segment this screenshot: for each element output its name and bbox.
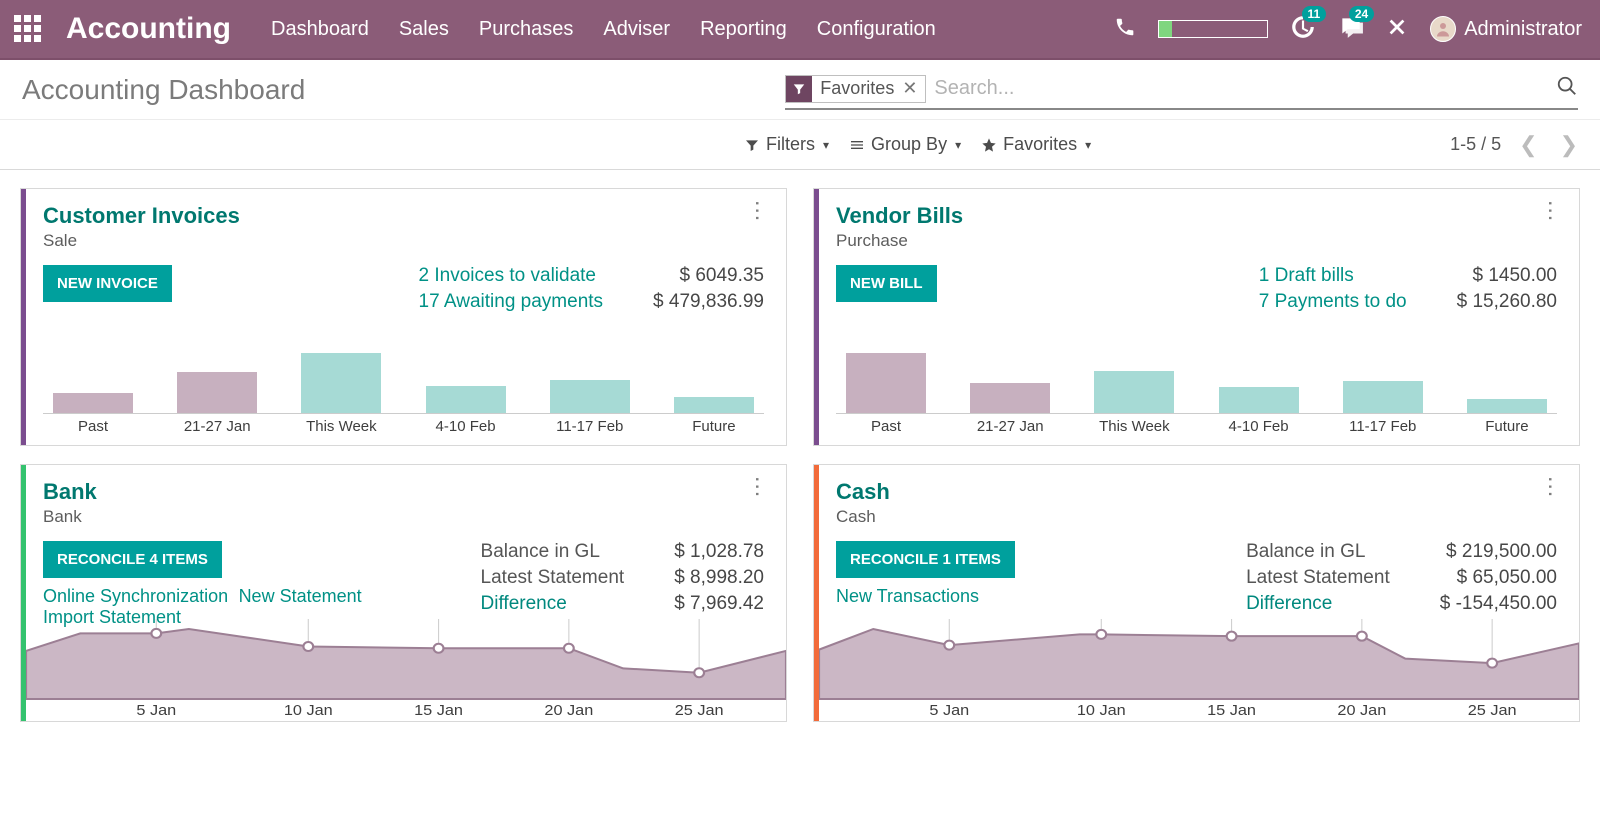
search-input[interactable]	[934, 77, 1578, 100]
funnel-icon	[786, 76, 812, 102]
nav-configuration[interactable]: Configuration	[817, 18, 936, 41]
svg-text:25 Jan: 25 Jan	[675, 703, 724, 719]
messages-badge: 24	[1349, 6, 1374, 22]
messages-icon[interactable]: 24	[1338, 14, 1364, 45]
cash-areachart: 5 Jan 10 Jan 15 Jan 20 Jan 25 Jan	[819, 611, 1579, 721]
card-title[interactable]: Cash	[836, 479, 890, 505]
bills-barchart: Past21-27 JanThis Week4-10 Feb11-17 FebF…	[836, 353, 1557, 439]
kpi-payments-to-do[interactable]: 7 Payments to do	[1259, 291, 1407, 313]
card-title[interactable]: Vendor Bills	[836, 203, 963, 229]
card-menu-icon[interactable]: ⋯	[751, 200, 764, 220]
favorites-dropdown[interactable]: Favorites▾	[981, 134, 1091, 155]
nav-menu: Dashboard Sales Purchases Adviser Report…	[271, 18, 936, 41]
breadcrumb: Accounting Dashboard	[22, 74, 305, 106]
card-cash: Cash ⋯ Cash RECONCILE 1 ITEMS New Transa…	[813, 464, 1580, 722]
kpi-awaiting-payments[interactable]: 17 Awaiting payments	[419, 291, 604, 313]
facet-remove[interactable]: ✕	[900, 78, 925, 99]
apps-icon[interactable]	[14, 15, 42, 43]
svg-text:10 Jan: 10 Jan	[284, 703, 333, 719]
svg-text:10 Jan: 10 Jan	[1077, 703, 1126, 719]
groupby-label: Group By	[871, 134, 947, 155]
app-title: Accounting	[66, 12, 231, 46]
kpi-draft-bills[interactable]: 1 Draft bills	[1259, 265, 1407, 287]
card-menu-icon[interactable]: ⋯	[1544, 200, 1557, 220]
kpi-invoices-to-validate[interactable]: 2 Invoices to validate	[419, 265, 604, 287]
invoices-barchart: Past21-27 JanThis Week4-10 Feb11-17 FebF…	[43, 353, 764, 439]
user-name: Administrator	[1464, 18, 1582, 41]
nav-purchases[interactable]: Purchases	[479, 18, 574, 41]
card-menu-icon[interactable]: ⋯	[751, 476, 764, 496]
facet-favorites[interactable]: Favorites ✕	[785, 75, 926, 103]
card-subtitle: Sale	[21, 231, 786, 261]
new-bill-button[interactable]: NEW BILL	[836, 265, 937, 302]
card-subtitle: Purchase	[814, 231, 1579, 261]
svg-text:20 Jan: 20 Jan	[1337, 703, 1386, 719]
kpi-value: $ 6049.35	[653, 265, 764, 287]
link-new-transactions[interactable]: New Transactions	[836, 586, 979, 606]
implementation-progress[interactable]	[1158, 20, 1268, 38]
kpi-value: $ 15,260.80	[1457, 291, 1557, 313]
filters-label: Filters	[766, 134, 815, 155]
row-label: Balance in GL	[481, 541, 625, 563]
card-vendor-bills: Vendor Bills ⋯ Purchase NEW BILL 1 Draft…	[813, 188, 1580, 446]
pager-next[interactable]: ❯	[1560, 132, 1578, 158]
pager: 1-5 / 5 ❮ ❯	[1450, 132, 1578, 158]
row-value: $ 1,028.78	[674, 541, 764, 563]
phone-icon[interactable]	[1114, 16, 1136, 43]
user-menu[interactable]: Administrator	[1430, 16, 1582, 42]
groupby-dropdown[interactable]: Group By▾	[849, 134, 961, 155]
kpi-value: $ 479,836.99	[653, 291, 764, 313]
card-menu-icon[interactable]: ⋯	[1544, 476, 1557, 496]
nav-sales[interactable]: Sales	[399, 18, 449, 41]
row-label: Latest Statement	[481, 567, 625, 589]
reconcile-cash-button[interactable]: RECONCILE 1 ITEMS	[836, 541, 1015, 578]
card-customer-invoices: Customer Invoices ⋯ Sale NEW INVOICE 2 I…	[20, 188, 787, 446]
nav-adviser[interactable]: Adviser	[603, 18, 670, 41]
row-label: Balance in GL	[1246, 541, 1390, 563]
bank-areachart: 5 Jan 10 Jan 15 Jan 20 Jan 25 Jan	[26, 611, 786, 721]
avatar	[1430, 16, 1456, 42]
debug-icon[interactable]	[1386, 16, 1408, 43]
activities-icon[interactable]: 11	[1290, 14, 1316, 45]
topbar-right: 11 24 Administrator	[1114, 14, 1582, 45]
new-invoice-button[interactable]: NEW INVOICE	[43, 265, 172, 302]
topbar: Accounting Dashboard Sales Purchases Adv…	[0, 0, 1600, 60]
link-new-statement[interactable]: New Statement	[239, 586, 362, 606]
row-value: $ 65,050.00	[1440, 567, 1557, 589]
kpi-value: $ 1450.00	[1457, 265, 1557, 287]
svg-text:5 Jan: 5 Jan	[136, 703, 176, 719]
card-title[interactable]: Bank	[43, 479, 97, 505]
pager-prev[interactable]: ❮	[1519, 132, 1537, 158]
link-online-sync[interactable]: Online Synchronization	[43, 586, 228, 606]
svg-text:25 Jan: 25 Jan	[1468, 703, 1517, 719]
card-title[interactable]: Customer Invoices	[43, 203, 240, 229]
svg-text:15 Jan: 15 Jan	[1207, 703, 1256, 719]
pager-value[interactable]: 1-5 / 5	[1450, 134, 1501, 155]
row-label: Latest Statement	[1246, 567, 1390, 589]
row-value: $ 219,500.00	[1440, 541, 1557, 563]
dashboard: Customer Invoices ⋯ Sale NEW INVOICE 2 I…	[0, 170, 1600, 740]
svg-text:20 Jan: 20 Jan	[544, 703, 593, 719]
svg-text:15 Jan: 15 Jan	[414, 703, 463, 719]
filters-dropdown[interactable]: Filters▾	[744, 134, 829, 155]
control-panel-bottom: Filters▾ Group By▾ Favorites▾ 1-5 / 5 ❮ …	[0, 120, 1600, 170]
facet-label: Favorites	[812, 78, 900, 99]
nav-reporting[interactable]: Reporting	[700, 18, 787, 41]
search-icon[interactable]	[1556, 75, 1578, 102]
favorites-label: Favorites	[1003, 134, 1077, 155]
svg-text:5 Jan: 5 Jan	[929, 703, 969, 719]
activities-badge: 11	[1302, 6, 1327, 22]
card-bank: Bank ⋯ Bank RECONCILE 4 ITEMS Online Syn…	[20, 464, 787, 722]
row-value: $ 8,998.20	[674, 567, 764, 589]
card-subtitle: Bank	[21, 507, 786, 537]
reconcile-bank-button[interactable]: RECONCILE 4 ITEMS	[43, 541, 222, 578]
search-view[interactable]: Favorites ✕	[785, 70, 1578, 110]
card-subtitle: Cash	[814, 507, 1579, 537]
control-panel-top: Accounting Dashboard Favorites ✕	[0, 60, 1600, 120]
nav-dashboard[interactable]: Dashboard	[271, 18, 369, 41]
